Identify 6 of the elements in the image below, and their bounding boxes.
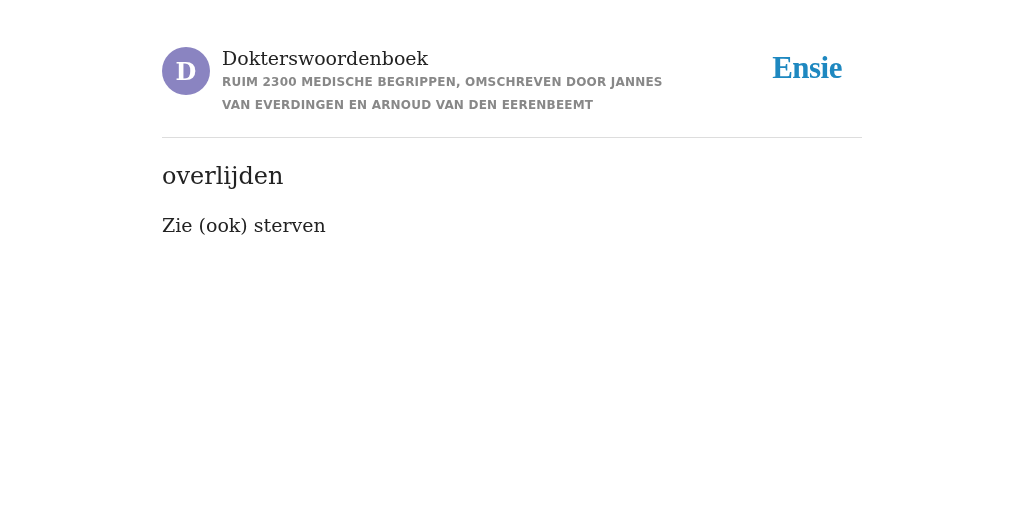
dictionary-subtitle: RUIM 2300 MEDISCHE BEGRIPPEN, OMSCHREVEN DOOR JANNES VAN EVERDINGEN EN ARNOUD VAN DEN EERENBEEMT xyxy=(222,74,664,114)
logo[interactable]: Ensie xyxy=(772,50,842,86)
dictionary-title: Dokterswoordenboek xyxy=(222,46,430,70)
entry-term: overlijden xyxy=(162,161,285,192)
entry-definition: Zie (ook) sterven xyxy=(162,213,327,238)
avatar: D xyxy=(162,47,210,95)
